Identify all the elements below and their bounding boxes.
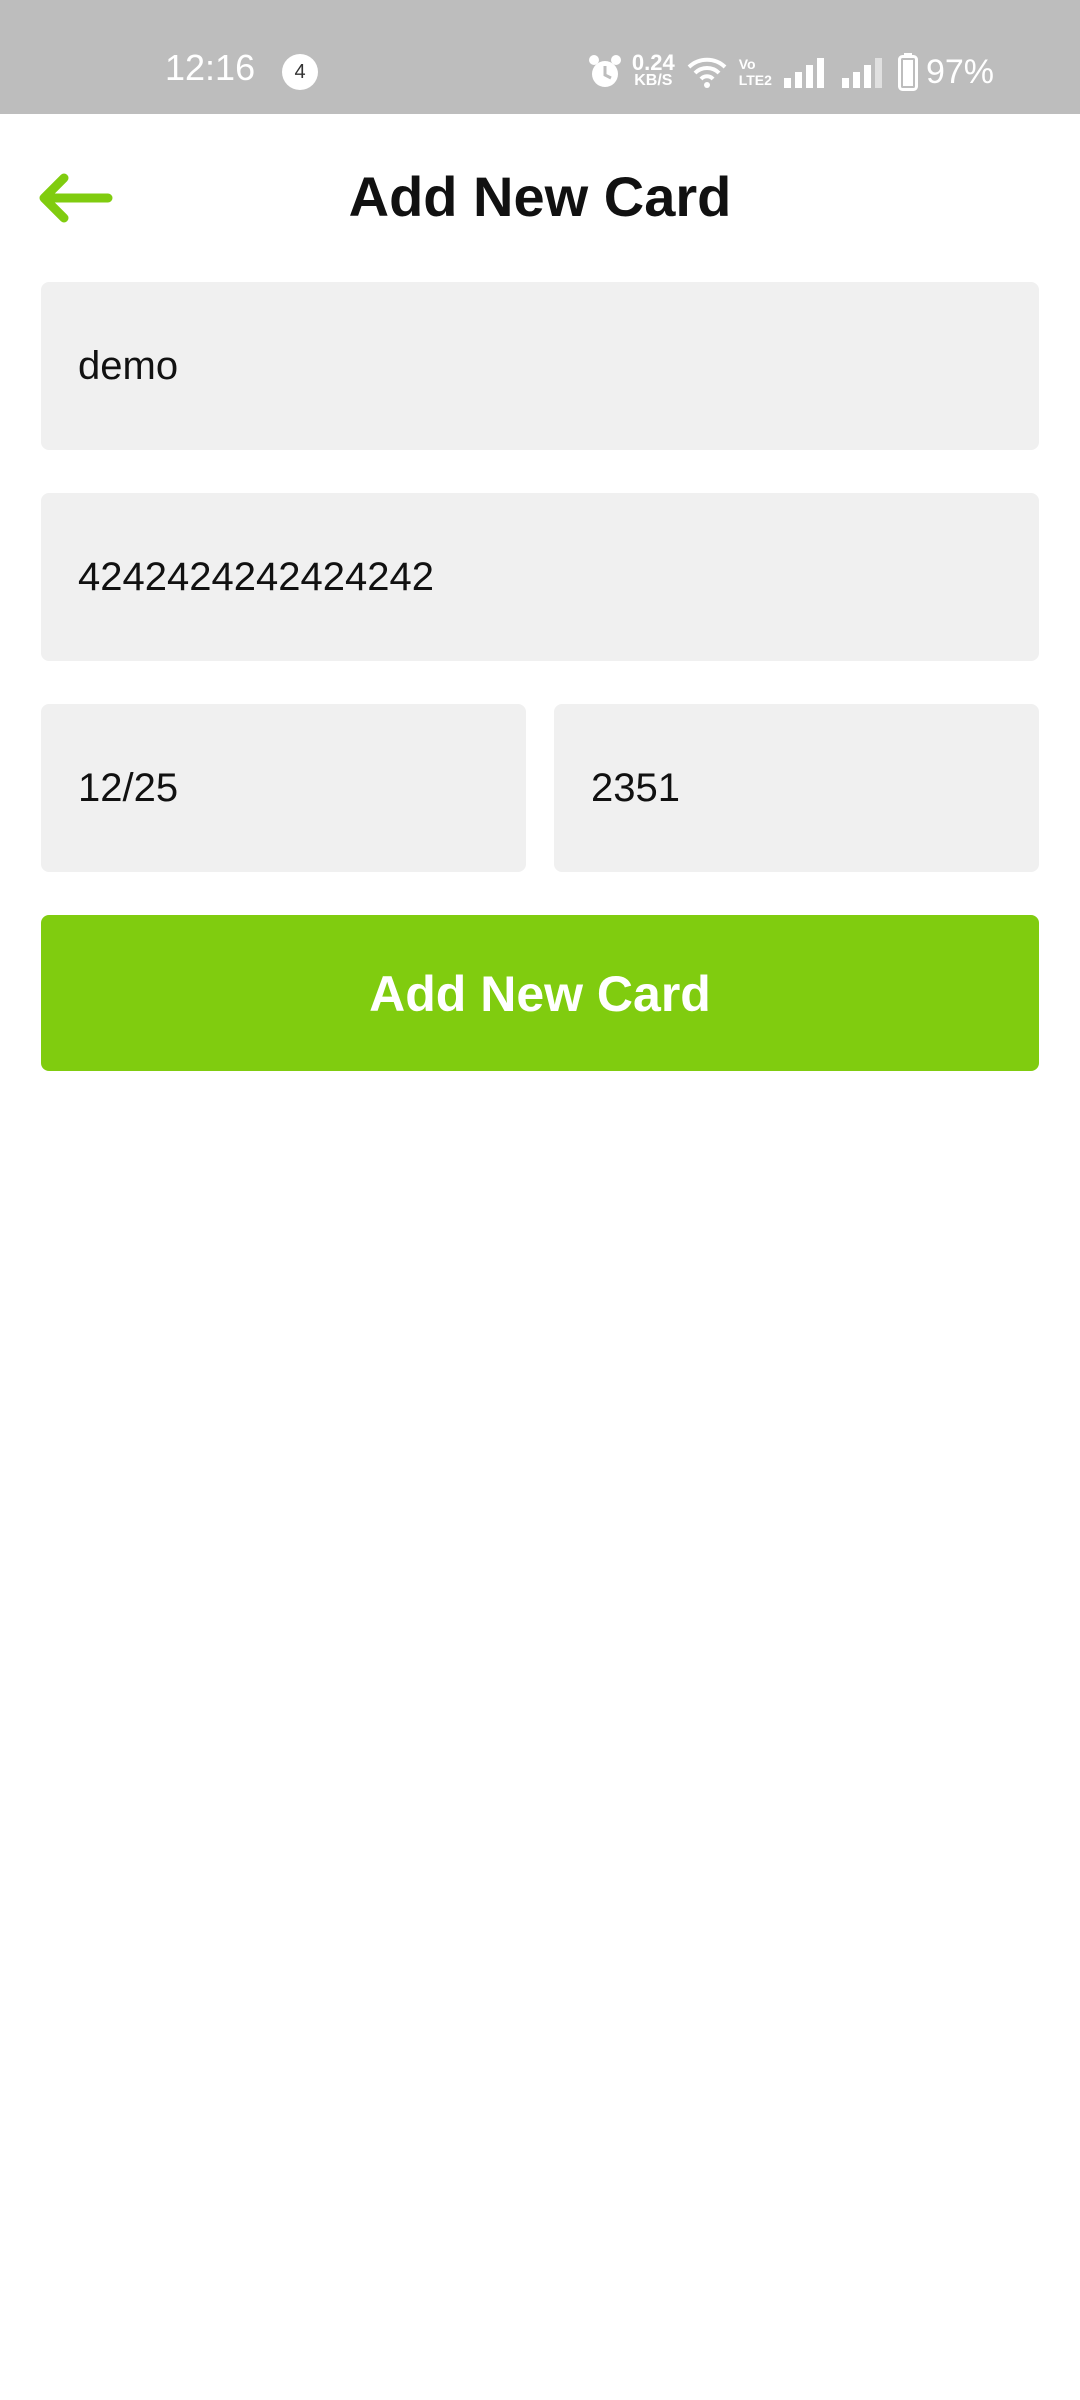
add-new-card-button[interactable]: Add New Card <box>41 915 1039 1071</box>
status-bar: 12:16 4 0.24 KB/S Vo LTE2 97% <box>0 0 1080 114</box>
volte-icon: Vo LTE2 <box>739 56 772 88</box>
volte-bottom-label: LTE2 <box>738 72 772 88</box>
network-speed: 0.24 KB/S <box>631 50 675 90</box>
card-number-field[interactable] <box>41 493 1039 661</box>
wifi-icon <box>687 55 727 89</box>
network-speed-unit: KB/S <box>634 72 673 89</box>
signal-icon <box>783 56 828 88</box>
cardholder-name-input[interactable] <box>78 343 1002 389</box>
battery-percent: 97% <box>925 52 994 91</box>
battery-icon <box>897 53 918 91</box>
expiry-field[interactable] <box>41 704 526 872</box>
add-card-screen: 12:16 4 0.24 KB/S Vo LTE2 97% Add New Ca… <box>0 0 1080 2400</box>
status-time: 12:16 <box>165 47 256 88</box>
status-icons: 0.24 KB/S Vo LTE2 97% <box>588 50 994 94</box>
alarm-icon <box>588 54 622 90</box>
cvv-input[interactable] <box>591 765 1002 811</box>
page-title: Add New Card <box>348 165 732 228</box>
cvv-field[interactable] <box>554 704 1039 872</box>
volte-top-label: Vo <box>738 56 756 72</box>
card-number-input[interactable] <box>78 554 1002 600</box>
notification-count-badge: 4 <box>282 54 318 90</box>
expiry-input[interactable] <box>78 765 489 811</box>
network-speed-value: 0.24 <box>631 50 675 75</box>
cardholder-name-field[interactable] <box>41 282 1039 450</box>
signal-icon <box>841 56 886 88</box>
